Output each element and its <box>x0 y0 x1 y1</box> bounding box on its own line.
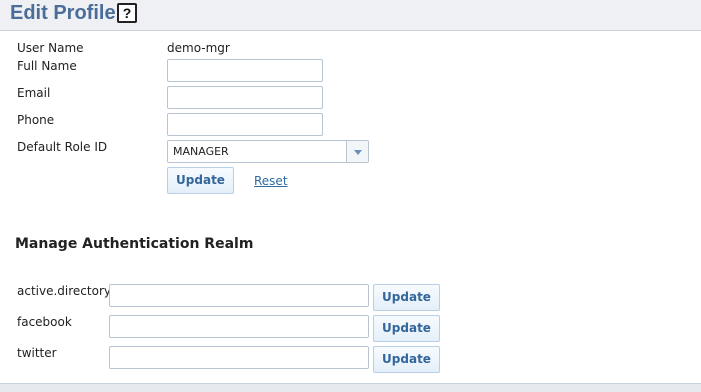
realm-label-active-directory: active.directory <box>17 284 111 298</box>
realm-input-active-directory[interactable] <box>109 284 369 307</box>
chevron-down-icon <box>354 150 362 155</box>
realm-update-button-twitter[interactable]: Update <box>373 346 440 373</box>
email-input[interactable] <box>167 86 323 109</box>
default-role-select[interactable]: MANAGER <box>167 140 369 163</box>
default-role-label: Default Role ID <box>17 140 108 154</box>
default-role-value: MANAGER <box>173 145 229 158</box>
full-name-label: Full Name <box>17 59 77 73</box>
realm-update-button-facebook[interactable]: Update <box>373 315 440 342</box>
footer-bar <box>0 383 701 392</box>
realm-update-button-active-directory[interactable]: Update <box>373 284 440 311</box>
user-name-label: User Name <box>17 41 84 55</box>
page-header: Edit Profile ? <box>0 0 701 31</box>
dropdown-button[interactable] <box>346 141 368 162</box>
auth-realm-title: Manage Authentication Realm <box>15 236 254 252</box>
realm-input-twitter[interactable] <box>109 346 369 369</box>
realm-label-facebook: facebook <box>17 315 72 329</box>
full-name-input[interactable] <box>167 59 323 82</box>
phone-label: Phone <box>17 113 55 127</box>
update-profile-button[interactable]: Update <box>167 167 234 194</box>
reset-link[interactable]: Reset <box>254 174 288 188</box>
user-name-value: demo-mgr <box>167 41 230 55</box>
realm-label-twitter: twitter <box>17 346 57 360</box>
email-label: Email <box>17 86 51 100</box>
page-title: Edit Profile <box>10 2 116 24</box>
phone-input[interactable] <box>167 113 323 136</box>
help-icon[interactable]: ? <box>117 3 137 23</box>
realm-input-facebook[interactable] <box>109 315 369 338</box>
